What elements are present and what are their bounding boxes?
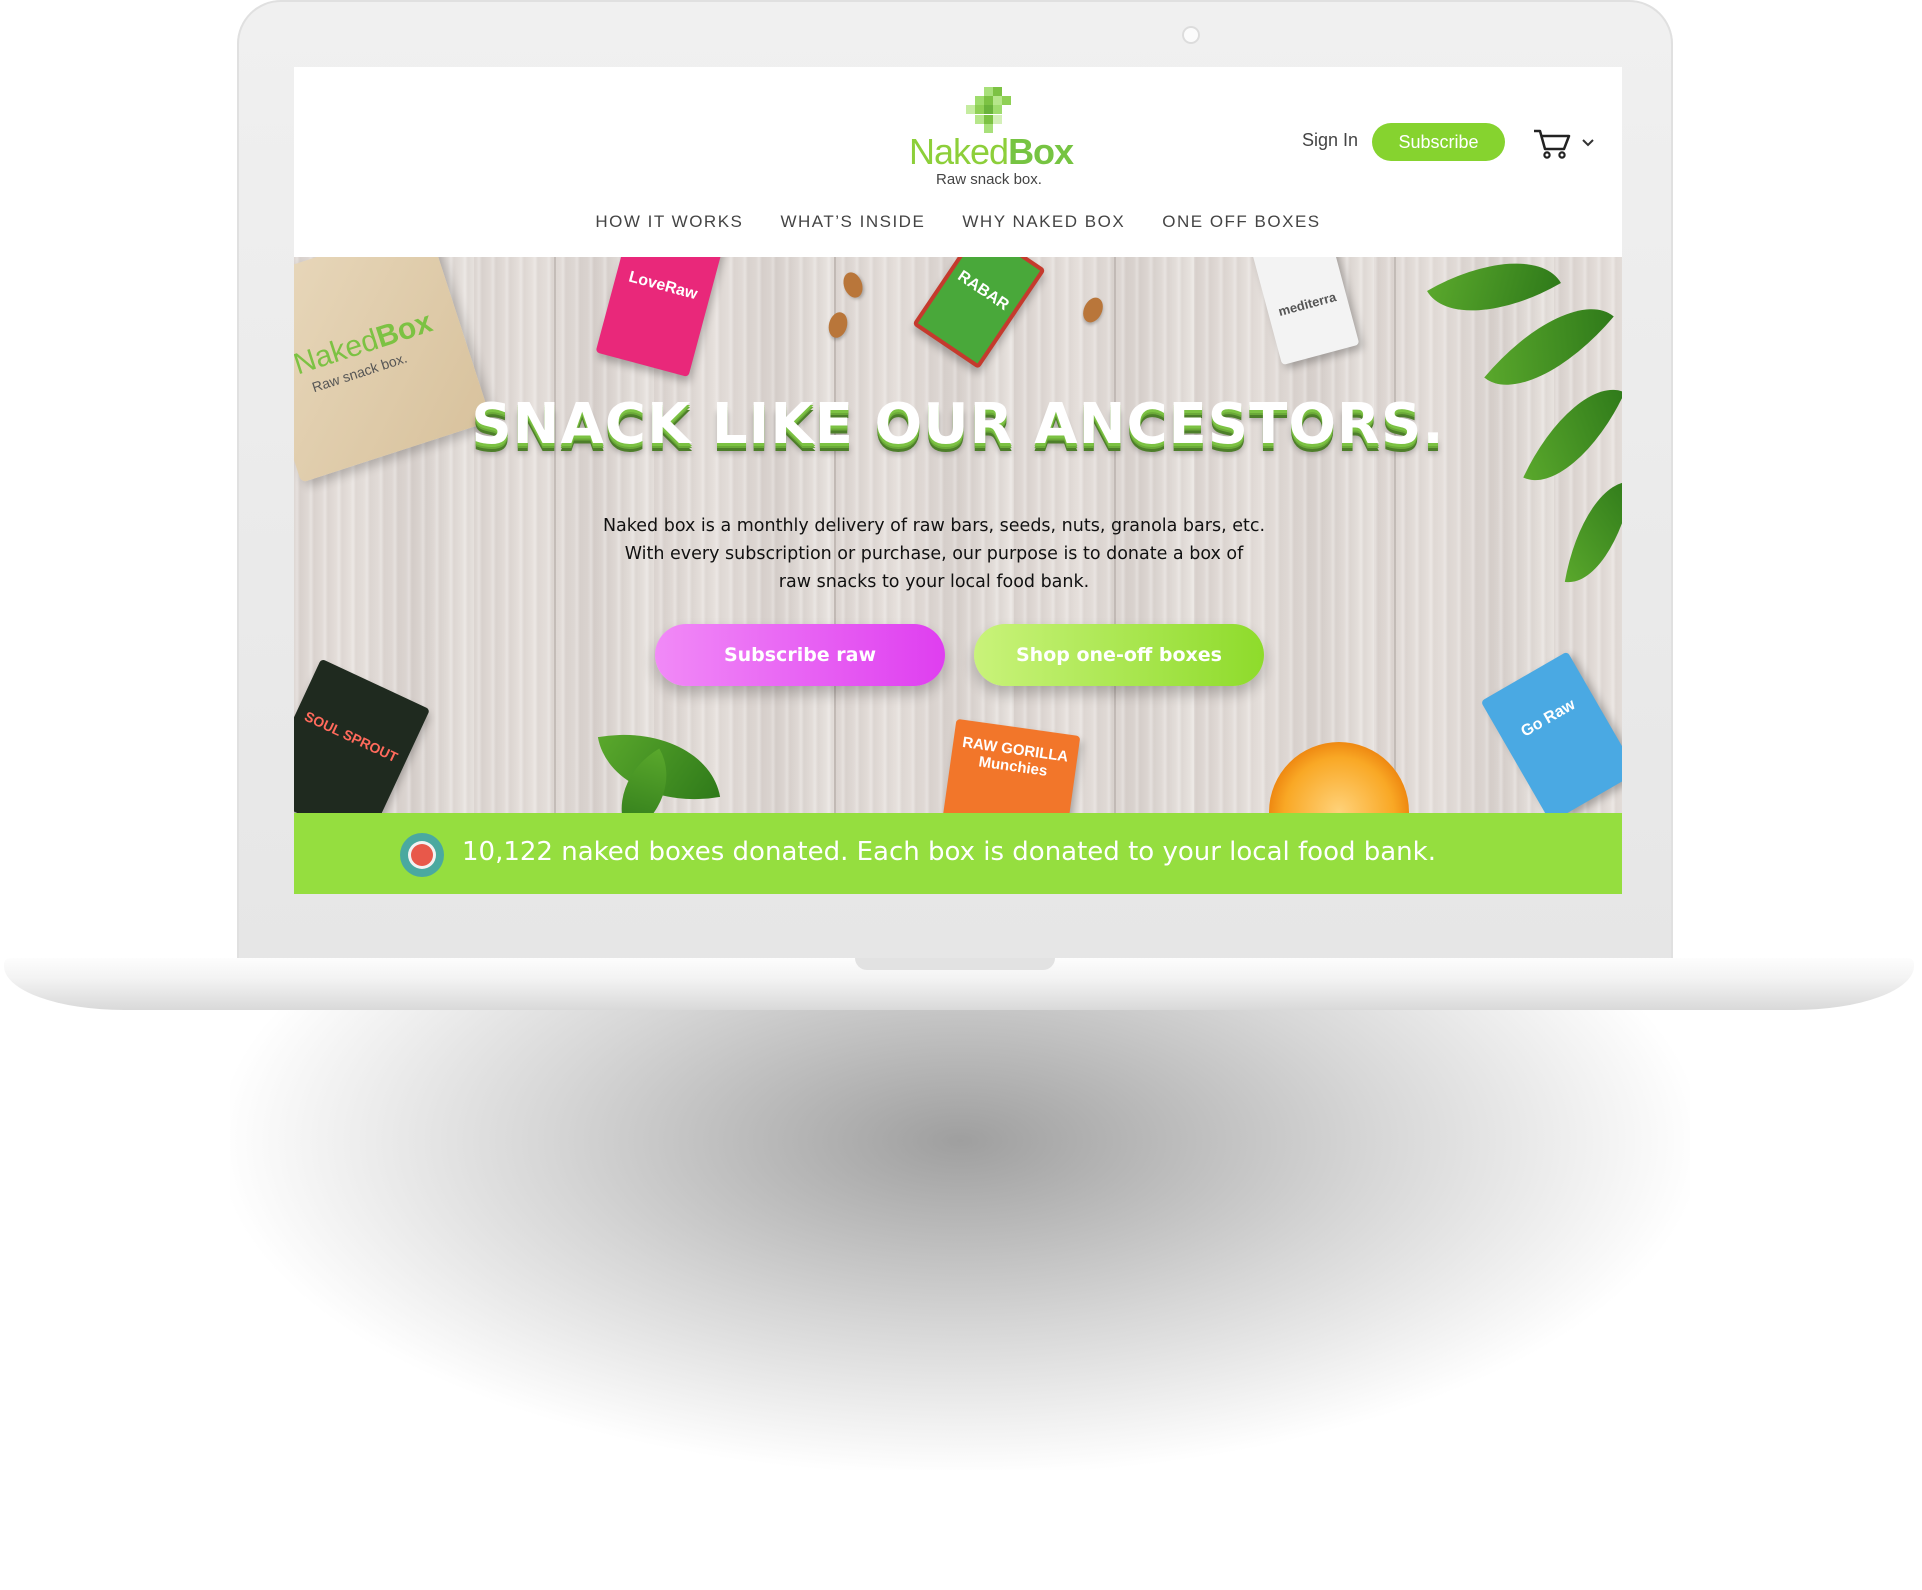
soul-sprout-bar-label: SOUL SPROUT (302, 708, 401, 766)
hero-section: NakedBox Raw snack box. LoveRaw RABAR me… (294, 257, 1622, 813)
loveraw-bar-label: LoveRaw (626, 268, 700, 304)
wood-plank-line (1394, 257, 1396, 813)
logo-wordmark: NakedBox (909, 131, 1074, 173)
soul-sprout-bar: SOUL SPROUT (294, 658, 431, 813)
cart-icon[interactable] (1532, 127, 1572, 161)
hero-description-line: raw snacks to your local food bank. (778, 572, 1090, 592)
loveraw-bar: LoveRaw (595, 257, 725, 378)
package-logo-box: Box (372, 305, 437, 355)
plate-icon (400, 833, 444, 877)
shop-one-off-boxes-button[interactable]: Shop one-off boxes (974, 624, 1264, 686)
donation-text: 10,122 naked boxes donated. Each box is … (462, 837, 1436, 867)
almond-image (825, 310, 851, 340)
laptop-shadow (230, 1000, 1690, 1470)
raw-gorilla-bar: RAW GORILLA Munchies (942, 718, 1081, 813)
raw-gorilla-bar-label: RAW GORILLA Munchies (961, 733, 1070, 780)
logo-word-naked: Naked (909, 131, 1009, 172)
mediterra-bar-label: mediterra (1276, 289, 1338, 319)
go-raw-bar: Go Raw (1480, 651, 1622, 813)
leaf-image (1564, 473, 1622, 591)
browser-screen: NakedBox Raw snack box. Sign In Subscrib… (294, 67, 1622, 894)
donation-banner: 10,122 naked boxes donated. Each box is … (294, 813, 1622, 894)
almond-image (1079, 294, 1107, 326)
almond-image (840, 269, 866, 301)
subscribe-raw-button[interactable]: Subscribe raw (655, 624, 945, 686)
sign-in-link[interactable]: Sign In (1302, 130, 1358, 151)
nav-one-off-boxes[interactable]: ONE OFF BOXES (1162, 212, 1320, 232)
nav-why-naked-box[interactable]: WHY NAKED BOX (962, 212, 1125, 232)
rabar-bar: RABAR (912, 257, 1046, 370)
orange-slice-image (1269, 742, 1409, 813)
camera-icon (1182, 26, 1200, 44)
mediterra-bar: mediterra (1248, 257, 1360, 366)
logo-word-box: Box (1008, 131, 1074, 172)
hero-description-line: Naked box is a monthly delivery of raw b… (602, 516, 1266, 536)
laptop-notch (855, 958, 1055, 970)
nav-how-it-works[interactable]: HOW IT WORKS (595, 212, 743, 232)
main-nav: HOW IT WORKS WHAT’S INSIDE WHY NAKED BOX… (294, 212, 1622, 232)
hero-headline: SNACK LIKE OUR ANCESTORS. (294, 392, 1622, 457)
wood-plank-line (554, 257, 556, 813)
logo-tagline: Raw snack box. (936, 171, 1042, 188)
pixel-leaf-icon (966, 87, 1012, 133)
site-header: NakedBox Raw snack box. Sign In Subscrib… (294, 67, 1622, 257)
subscribe-button[interactable]: Subscribe (1372, 123, 1505, 161)
laptop-mockup: NakedBox Raw snack box. Sign In Subscrib… (0, 0, 1922, 1590)
rabar-bar-label: RABAR (954, 267, 1012, 314)
site-logo[interactable]: NakedBox Raw snack box. (909, 87, 1074, 188)
nav-whats-inside[interactable]: WHAT’S INSIDE (780, 212, 925, 232)
hero-description: Naked box is a monthly delivery of raw b… (584, 512, 1284, 596)
chevron-down-icon[interactable] (1580, 135, 1596, 151)
go-raw-bar-label: Go Raw (1518, 696, 1579, 741)
hero-headline-text: SNACK LIKE OUR ANCESTORS. (471, 392, 1445, 457)
hero-description-line: With every subscription or purchase, our… (624, 544, 1244, 564)
